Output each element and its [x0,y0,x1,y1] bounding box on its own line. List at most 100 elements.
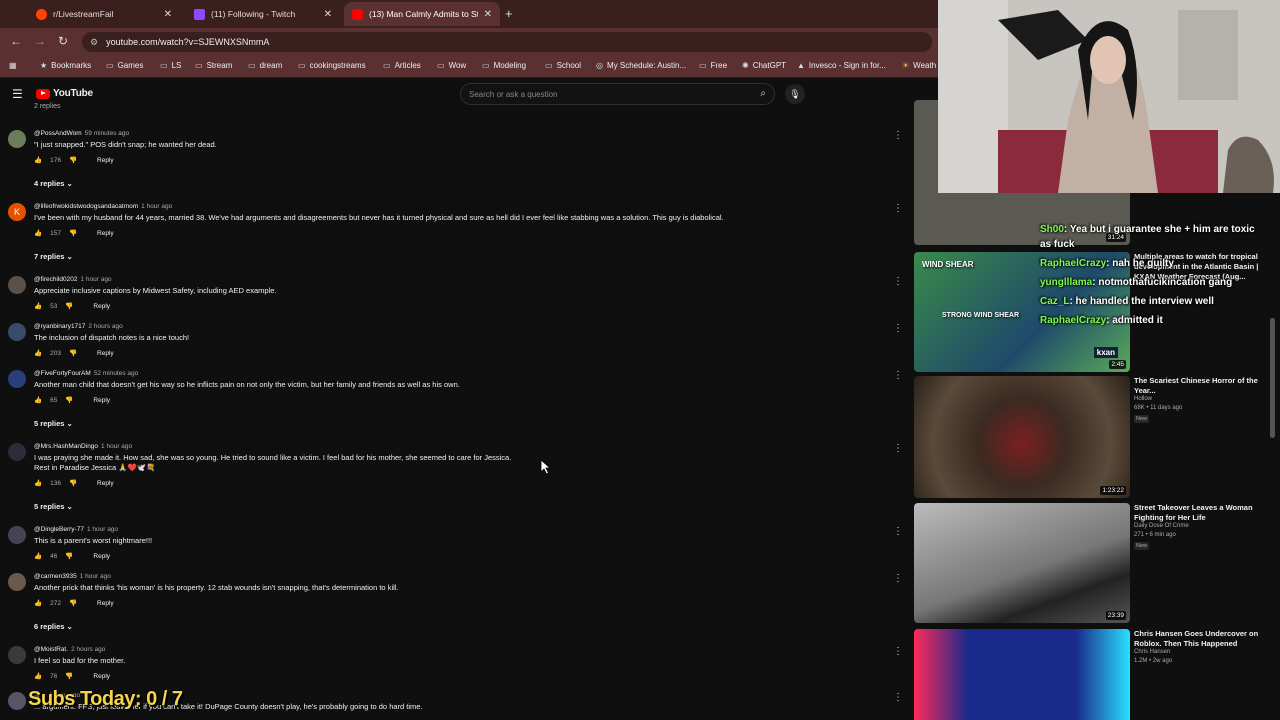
avatar[interactable] [8,370,26,388]
reply-button[interactable]: Reply [97,480,114,487]
reply-button[interactable]: Reply [93,673,110,680]
bookmark-school[interactable]: ▭ School [545,61,581,70]
video-thumbnail[interactable]: WIND SHEAR STRONG WIND SHEAR kxan 2:45 [914,252,1130,372]
tab-twitch[interactable]: (11) Following - Twitch ✕ [186,2,340,26]
like-icon[interactable]: 👍 [34,672,42,680]
more-options-icon[interactable]: ⋮ [893,692,903,703]
more-options-icon[interactable]: ⋮ [893,323,903,334]
avatar[interactable] [8,646,26,664]
more-options-icon[interactable]: ⋮ [893,646,903,657]
replies-toggle[interactable]: 7 replies ⌄ [34,252,73,261]
avatar[interactable] [8,323,26,341]
video-item[interactable]: WIND SHEAR STRONG WIND SHEAR kxan 2:45 Multi… [914,252,1280,372]
comment-author[interactable]: @Mrs.HashManDingo 1 hour ago [34,443,132,450]
bookmark-modeling[interactable]: ▭ Modeling [482,61,526,70]
comment-author[interactable]: @firechild0202 1 hour ago [34,276,112,283]
author-name[interactable]: @FiveFortyFourAM [34,370,91,377]
more-options-icon[interactable]: ⋮ [893,573,903,584]
avatar[interactable] [8,526,26,544]
scrollbar[interactable] [1270,318,1275,438]
dislike-icon[interactable]: 👎 [69,229,77,237]
replies-toggle[interactable]: 4 replies ⌄ [34,179,73,188]
author-name[interactable]: @MoistRat. [34,646,68,653]
bookmark-cookingstreams[interactable]: ▭ cookingstreams [298,61,366,70]
close-icon[interactable]: ✕ [324,9,332,20]
bookmark-wow[interactable]: ▭ Wow [437,61,466,70]
dislike-icon[interactable]: 👎 [65,302,73,310]
video-item[interactable]: 23:39 Street Takeover Leaves a Woman Figh… [914,503,1280,623]
reply-button[interactable]: Reply [97,230,114,237]
video-channel[interactable]: Chris Hansen [1134,649,1170,655]
dislike-icon[interactable]: 👎 [69,599,77,607]
menu-icon[interactable]: ☰ [12,87,23,101]
video-channel[interactable]: Daily Dose Of Crime [1134,523,1189,529]
bookmark-ls[interactable]: ▭ LS [160,61,181,70]
video-title[interactable]: The Scariest Chinese Horror of the Year.… [1134,376,1266,396]
reply-button[interactable]: Reply [97,157,114,164]
like-icon[interactable]: 👍 [34,302,42,310]
video-channel[interactable]: Hollow [1134,396,1152,402]
dislike-icon[interactable]: 👎 [65,396,73,404]
avatar[interactable] [8,443,26,461]
bookmark-articles[interactable]: ▭ Articles [383,61,421,70]
dislike-icon[interactable]: 👎 [69,479,77,487]
bookmark-games[interactable]: ▭ Games [106,61,143,70]
author-name[interactable]: @DingleBerry-77 [34,526,84,533]
dislike-icon[interactable]: 👎 [69,349,77,357]
more-options-icon[interactable]: ⋮ [893,370,903,381]
back-icon[interactable]: ← [10,34,22,48]
video-title[interactable]: Street Takeover Leaves a Woman Fighting … [1134,503,1266,523]
tab-livestreamfail[interactable]: r/LivestreamFail ✕ [28,2,180,26]
reply-button[interactable]: Reply [97,600,114,607]
reply-button[interactable]: Reply [97,350,114,357]
avatar[interactable]: K [8,203,26,221]
author-name[interactable]: @carmen3935 [34,573,77,580]
bookmark-free[interactable]: ▭ Free [699,61,727,70]
author-name[interactable]: @firechild0202 [34,276,77,283]
reply-button[interactable]: Reply [93,303,110,310]
search-icon[interactable]: ⌕ [760,88,766,99]
like-icon[interactable]: 👍 [34,349,42,357]
bookmark-bookmarks[interactable]: ★ Bookmarks [40,61,91,70]
like-icon[interactable]: 👍 [34,552,42,560]
video-item[interactable]: 1:23:22 The Scariest Chinese Horror of th… [914,376,1280,498]
site-info-icon[interactable]: ⚙ [90,37,98,48]
apps-icon[interactable]: ▦ [9,61,17,70]
reload-icon[interactable]: ↻ [58,34,68,48]
replies-toggle[interactable]: 6 replies ⌄ [34,622,73,631]
more-options-icon[interactable]: ⋮ [893,276,903,287]
more-options-icon[interactable]: ⋮ [893,203,903,214]
forward-icon[interactable]: → [34,34,46,48]
bookmark-my-schedule[interactable]: ◎ My Schedule: Austin... [596,61,686,70]
more-options-icon[interactable]: ⋮ [893,526,903,537]
video-thumbnail[interactable]: 23:39 [914,503,1130,623]
comment-author[interactable]: @FiveFortyFourAM 52 minutes ago [34,370,138,377]
replies-toggle[interactable]: 5 replies ⌄ [34,419,73,428]
bookmark-stream[interactable]: ▭ Stream [195,61,232,70]
reply-button[interactable]: Reply [93,397,110,404]
comment-author[interactable]: @ryanbinary1717 2 hours ago [34,323,123,330]
like-icon[interactable]: 👍 [34,599,42,607]
close-icon[interactable]: ✕ [164,9,172,20]
dislike-icon[interactable]: 👎 [65,552,73,560]
tab-youtube-active[interactable]: (13) Man Calmly Admits to Stab ✕ [344,2,500,26]
like-icon[interactable]: 👍 [34,229,42,237]
like-icon[interactable]: 👍 [34,156,42,164]
like-icon[interactable]: 👍 [34,479,42,487]
bookmark-weather[interactable]: ☀ Weath [902,61,936,70]
comment-author[interactable]: @MoistRat. 2 hours ago [34,646,105,653]
author-name[interactable]: @Mrs.HashManDingo [34,443,98,450]
bookmark-dream[interactable]: ▭ dream [248,61,282,70]
dislike-icon[interactable]: 👎 [65,672,73,680]
bookmark-chatgpt[interactable]: ✺ ChatGPT [742,61,786,70]
video-item[interactable]: ROBLOXChris Hansen Goes Undercover on Ro… [914,629,1280,720]
replies-toggle[interactable]: 5 replies ⌄ [34,502,73,511]
dislike-icon[interactable]: 👎 [69,156,77,164]
author-name[interactable]: @PossAndWom [34,130,82,137]
comment-author[interactable]: @lifeofrwokidstwodogsandacatmom 1 hour ag… [34,203,172,210]
comment-author[interactable]: @PossAndWom 59 minutes ago [34,130,129,137]
bookmark-invesco[interactable]: ▲ Invesco - Sign in for... [797,61,886,70]
video-title[interactable]: Chris Hansen Goes Undercover on Roblox. … [1134,629,1266,649]
more-options-icon[interactable]: ⋮ [893,443,903,454]
address-bar[interactable]: ⚙ youtube.com/watch?v=SJEWNXSNmmA [82,32,932,52]
